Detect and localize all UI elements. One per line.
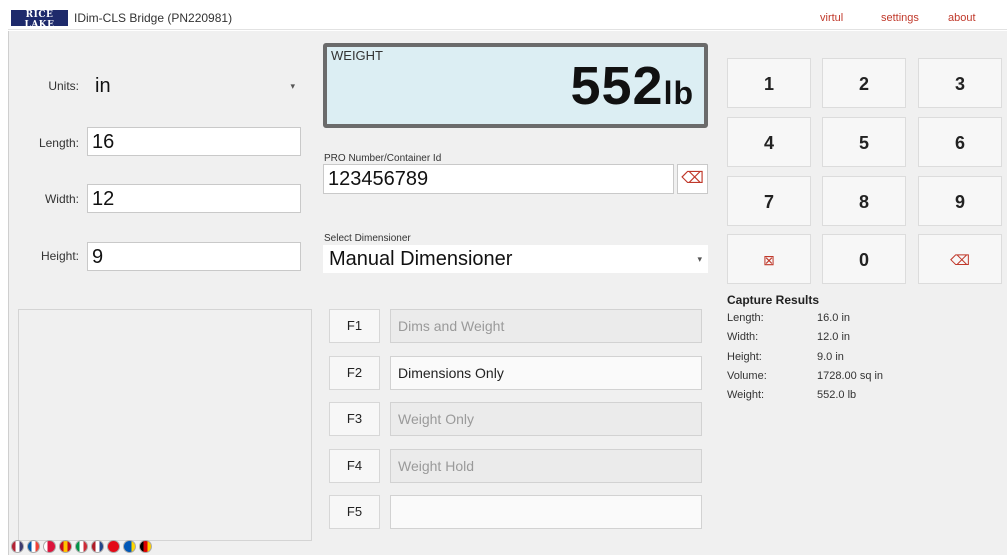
flag-ua-icon[interactable]: [123, 540, 136, 553]
dimensioner-select[interactable]: Manual Dimensioner ▾: [323, 245, 708, 273]
chevron-down-icon: ▾: [290, 81, 295, 91]
clear-x-icon: ⊠: [763, 252, 775, 268]
f5-key[interactable]: F5: [329, 495, 380, 529]
flag-us-icon[interactable]: [11, 540, 24, 553]
chevron-down-icon: ▾: [697, 254, 702, 264]
units-label: Units:: [48, 79, 79, 93]
result-label: Volume:: [727, 370, 767, 382]
nav-virtual[interactable]: virtul: [820, 12, 843, 24]
clear-pro-number-button[interactable]: ⌫: [677, 164, 708, 194]
flag-nl-icon[interactable]: [91, 540, 104, 553]
keypad-button-6[interactable]: 6: [918, 117, 1002, 167]
app-title: IDim-CLS Bridge (PN220981): [74, 11, 233, 25]
weight-label: WEIGHT: [331, 48, 383, 63]
flag-it-icon[interactable]: [75, 540, 88, 553]
flag-fr-icon[interactable]: [27, 540, 40, 553]
f1-action-button[interactable]: Dims and Weight: [390, 309, 702, 343]
result-row-volume: Volume: 1728.00 sq in: [727, 370, 883, 382]
result-row-weight: Weight: 552.0 lb: [727, 389, 856, 401]
main-panel: Units: in ▾ Length: 16 Width: 12 Height:…: [8, 31, 1007, 555]
result-label: Weight:: [727, 389, 765, 401]
result-value: 552.0 lb: [817, 389, 857, 401]
pro-number-input[interactable]: 123456789: [323, 164, 674, 194]
nav-settings[interactable]: settings: [881, 12, 919, 24]
result-label: Length:: [727, 312, 764, 324]
f2-action-button[interactable]: Dimensions Only: [390, 356, 702, 390]
f3-action-button[interactable]: Weight Only: [390, 402, 702, 436]
width-input[interactable]: 12: [87, 184, 301, 213]
result-label: Width:: [727, 331, 759, 343]
keypad-button-9[interactable]: 9: [918, 176, 1002, 226]
image-placeholder-panel: [18, 309, 312, 541]
title-bar: RICE LAKE WEIGHING SYSTEMS IDim-CLS Brid…: [8, 6, 1007, 35]
rice-lake-logo: RICE LAKE WEIGHING SYSTEMS: [11, 10, 68, 35]
result-value: 16.0 in: [817, 312, 851, 324]
keypad-button-3[interactable]: 3: [918, 58, 1002, 108]
keypad-button-4[interactable]: 4: [727, 117, 811, 167]
weight-value: 552: [570, 56, 664, 116]
backspace-icon: ⌫: [950, 252, 970, 268]
result-value: 12.0 in: [817, 331, 851, 343]
flag-de-icon[interactable]: [139, 540, 152, 553]
eraser-icon: ⌫: [681, 170, 704, 187]
length-input[interactable]: 16: [87, 127, 301, 156]
keypad-button-0[interactable]: 0: [822, 234, 906, 284]
nav-about[interactable]: about: [948, 12, 976, 24]
result-value: 9.0 in: [817, 351, 844, 363]
f4-action-button[interactable]: Weight Hold: [390, 449, 702, 483]
result-value: 1728.00 sq in: [817, 370, 884, 382]
keypad-backspace-button[interactable]: ⌫: [918, 234, 1002, 284]
units-value: in: [95, 75, 111, 97]
weight-readout: 552lb: [570, 55, 694, 117]
height-input[interactable]: 9: [87, 242, 301, 271]
logo-text: RICE LAKE: [24, 10, 55, 30]
capture-results-title: Capture Results: [727, 293, 820, 307]
f1-key[interactable]: F1: [329, 309, 380, 343]
length-label: Length:: [38, 136, 79, 150]
keypad-button-2[interactable]: 2: [822, 58, 906, 108]
f4-key[interactable]: F4: [329, 449, 380, 483]
height-label: Height:: [40, 249, 79, 263]
keypad-button-7[interactable]: 7: [727, 176, 811, 226]
keypad-clear-button[interactable]: ⊠: [727, 234, 811, 284]
weight-display: WEIGHT 552lb: [323, 43, 708, 128]
keypad-button-8[interactable]: 8: [822, 176, 906, 226]
flag-es-icon[interactable]: [59, 540, 72, 553]
result-row-height: Height: 9.0 in: [727, 351, 844, 363]
dimensioner-value: Manual Dimensioner: [329, 248, 513, 270]
flag-tr-icon[interactable]: [107, 540, 120, 553]
f3-key[interactable]: F3: [329, 402, 380, 436]
f5-action-button[interactable]: [390, 495, 702, 529]
keypad-button-5[interactable]: 5: [822, 117, 906, 167]
result-label: Height:: [727, 351, 762, 363]
width-label: Width:: [44, 192, 79, 206]
f2-key[interactable]: F2: [329, 356, 380, 390]
units-select[interactable]: in ▾: [89, 72, 301, 100]
result-row-length: Length: 16.0 in: [727, 312, 850, 324]
keypad-button-1[interactable]: 1: [727, 58, 811, 108]
flag-pl-icon[interactable]: [43, 540, 56, 553]
result-row-width: Width: 12.0 in: [727, 331, 850, 343]
weight-unit: lb: [663, 75, 694, 111]
dimensioner-label: Select Dimensioner: [324, 233, 411, 244]
pro-number-label: PRO Number/Container Id: [324, 153, 442, 164]
